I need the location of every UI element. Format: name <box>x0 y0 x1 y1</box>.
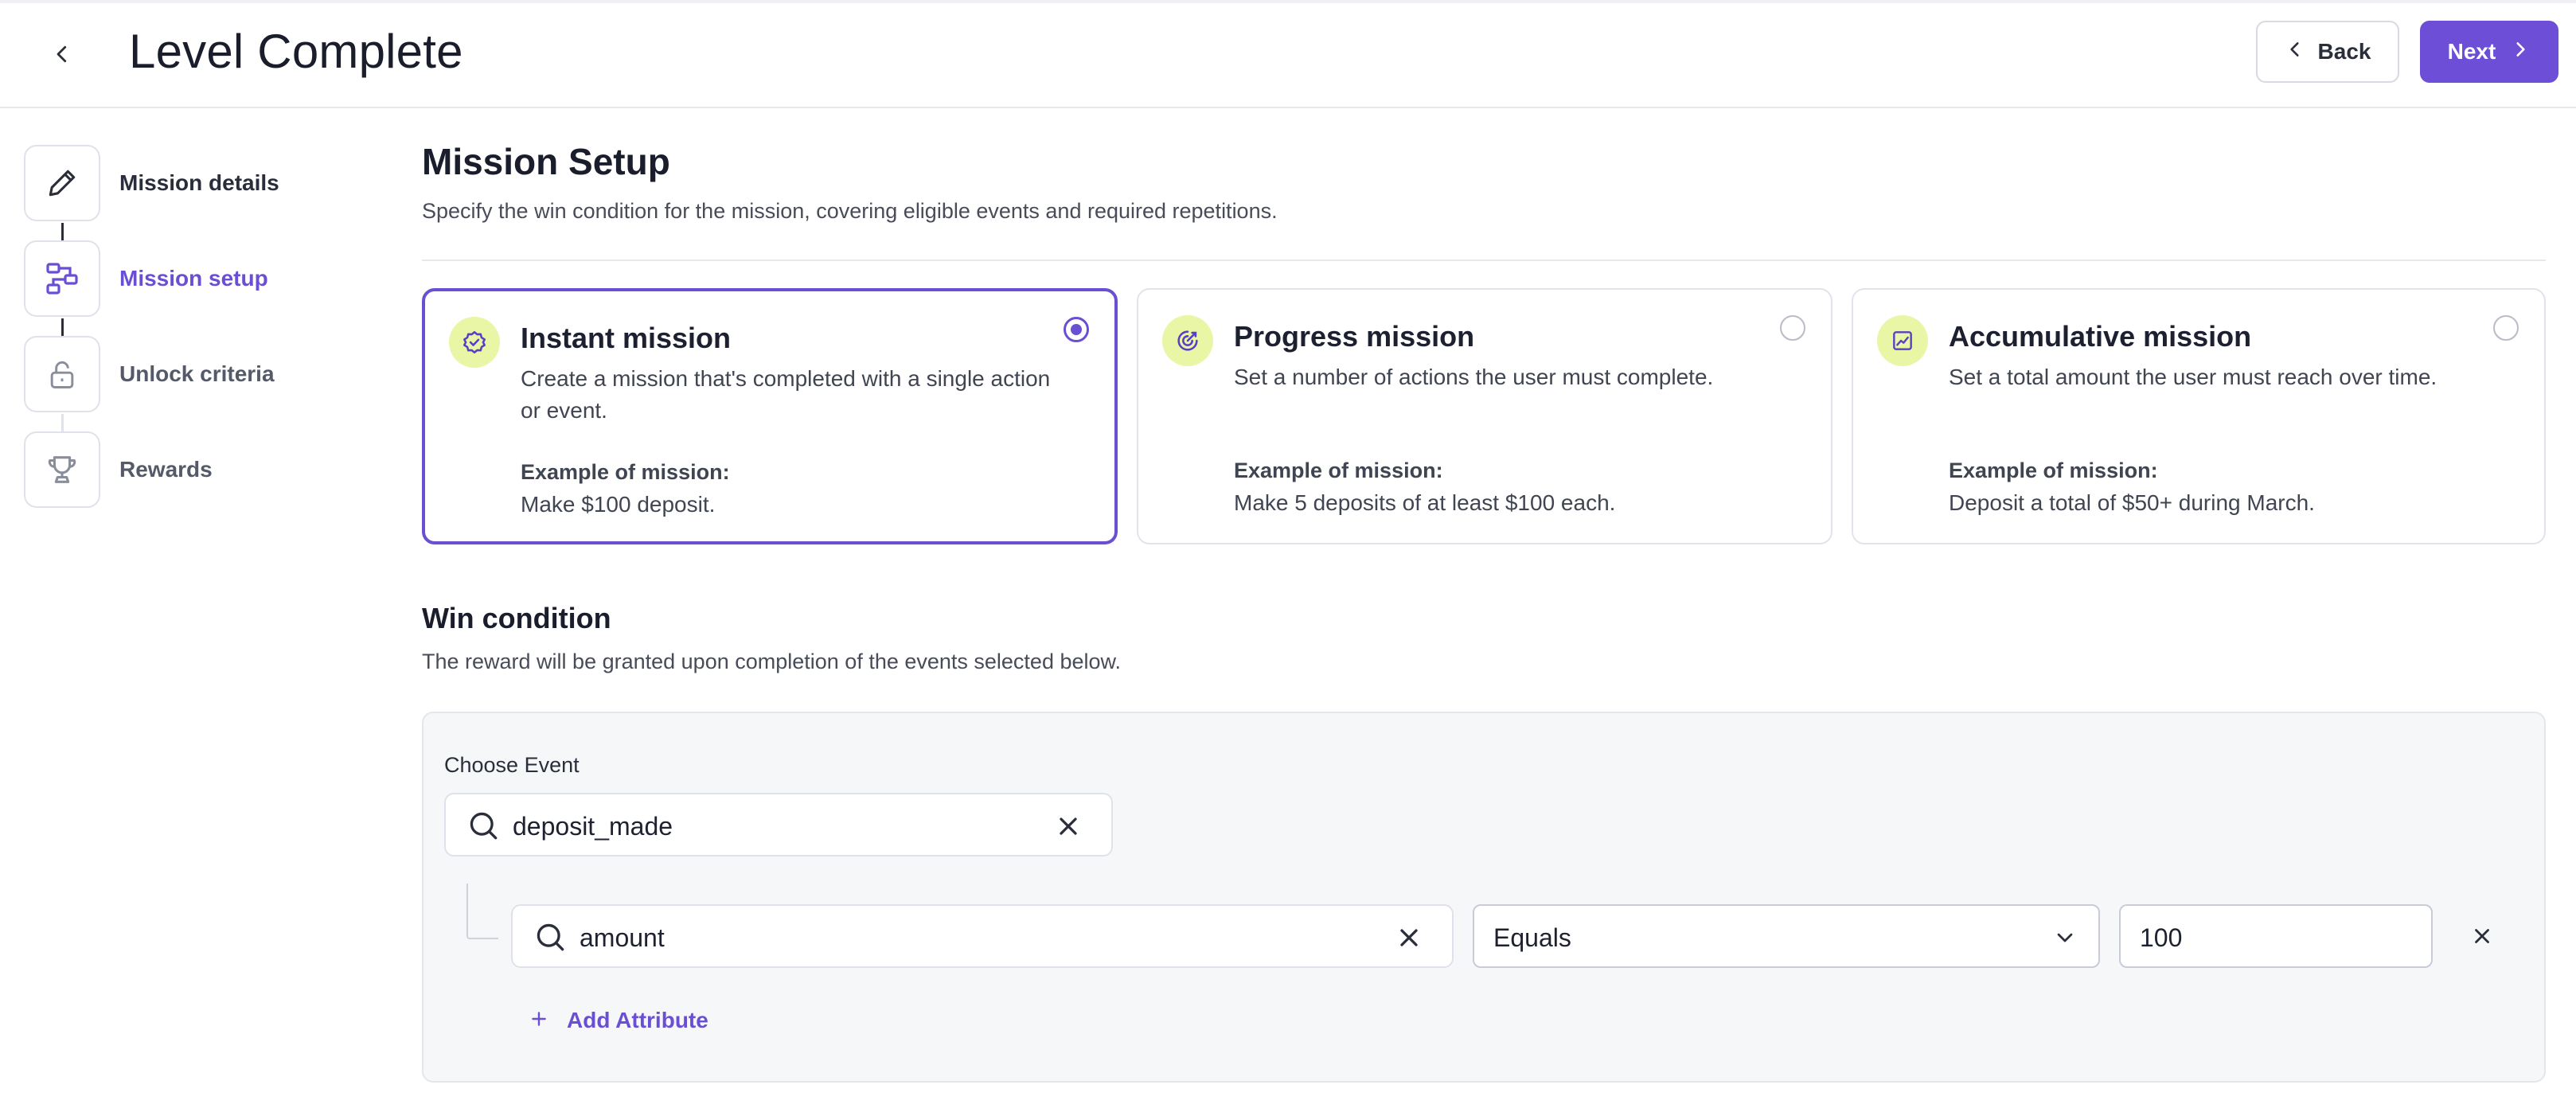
card-example-label: Example of mission: <box>521 460 730 484</box>
compare-value-input[interactable]: 100 <box>2119 904 2433 968</box>
badge-check-icon <box>449 317 500 368</box>
step-label: Rewards <box>119 457 213 482</box>
card-example-label: Example of mission: <box>1949 458 2158 482</box>
step-connector <box>61 414 64 433</box>
step-rewards[interactable]: Rewards <box>24 431 358 508</box>
next-button[interactable]: Next <box>2420 21 2558 83</box>
next-button-label: Next <box>2447 39 2496 64</box>
choose-event-label: Choose Event <box>444 753 580 777</box>
card-description: Create a mission that's completed with a… <box>521 366 1051 423</box>
radio-progress[interactable] <box>1780 315 1805 341</box>
card-description: Set a number of actions the user must co… <box>1234 365 1714 389</box>
add-attribute-label: Add Attribute <box>567 1008 708 1032</box>
top-bar: Level Complete Back Next <box>0 0 2576 108</box>
card-title: Instant mission <box>521 322 732 354</box>
event-search-input[interactable]: deposit_made <box>444 793 1113 857</box>
pencil-icon <box>24 145 100 221</box>
card-description: Set a total amount the user must reach o… <box>1949 365 2437 389</box>
lock-icon <box>24 336 100 412</box>
section-subtitle: Specify the win condition for the missio… <box>422 199 1278 223</box>
card-example: Make $100 deposit. <box>521 492 716 517</box>
back-arrow-icon[interactable] <box>38 30 86 78</box>
step-label: Mission setup <box>119 266 268 291</box>
attribute-value: amount <box>580 923 665 952</box>
mission-type-card-instant[interactable]: Instant mission Create a mission that's … <box>422 288 1118 544</box>
step-label: Mission details <box>119 170 279 195</box>
step-mission-setup[interactable]: Mission setup <box>24 240 358 317</box>
search-icon <box>466 809 502 848</box>
chevron-right-icon <box>2510 39 2531 65</box>
win-condition-title: Win condition <box>422 602 611 634</box>
mission-type-card-accumulative[interactable]: Accumulative mission Set a total amount … <box>1852 288 2546 544</box>
divider <box>422 259 2546 261</box>
win-condition-subtitle: The reward will be granted upon completi… <box>422 650 1122 673</box>
card-example: Make 5 deposits of at least $100 each. <box>1234 490 1616 515</box>
card-example-label: Example of mission: <box>1234 458 1443 482</box>
search-icon <box>533 920 568 959</box>
section-title: Mission Setup <box>422 141 670 182</box>
plus-icon <box>529 1009 549 1033</box>
workflow-icon <box>24 240 100 317</box>
step-connector <box>61 223 64 242</box>
target-icon <box>1162 315 1213 366</box>
event-value: deposit_made <box>513 812 673 841</box>
add-attribute-button[interactable]: Add Attribute <box>529 1001 708 1040</box>
compare-value: 100 <box>2140 923 2183 952</box>
step-mission-details[interactable]: Mission details <box>24 145 358 221</box>
attribute-search-input[interactable]: amount <box>511 904 1454 968</box>
card-title: Accumulative mission <box>1949 320 2252 353</box>
operator-select[interactable]: Equals <box>1473 904 2100 968</box>
page-title: Level Complete <box>129 25 463 78</box>
back-button[interactable]: Back <box>2256 21 2399 83</box>
chevron-left-icon <box>2285 39 2305 65</box>
card-title: Progress mission <box>1234 320 1475 353</box>
win-condition-panel: Choose Event deposit_made amount Equals … <box>422 712 2546 1083</box>
remove-attribute-icon[interactable] <box>2468 922 2496 950</box>
step-label: Unlock criteria <box>119 361 275 386</box>
trophy-icon <box>24 431 100 508</box>
radio-instant-selected[interactable] <box>1064 317 1089 342</box>
chart-icon <box>1877 315 1928 366</box>
radio-accumulative[interactable] <box>2493 315 2519 341</box>
mission-type-card-progress[interactable]: Progress mission Set a number of actions… <box>1137 288 1832 544</box>
chevron-down-icon <box>2052 925 2078 954</box>
back-button-label: Back <box>2317 39 2371 64</box>
card-example: Deposit a total of $50+ during March. <box>1949 490 2315 515</box>
tree-connector <box>466 884 498 939</box>
step-unlock-criteria[interactable]: Unlock criteria <box>24 336 358 412</box>
step-connector <box>61 318 64 338</box>
operator-value: Equals <box>1493 923 1571 952</box>
clear-event-icon[interactable] <box>1054 812 1083 845</box>
clear-attribute-icon[interactable] <box>1395 923 1423 956</box>
